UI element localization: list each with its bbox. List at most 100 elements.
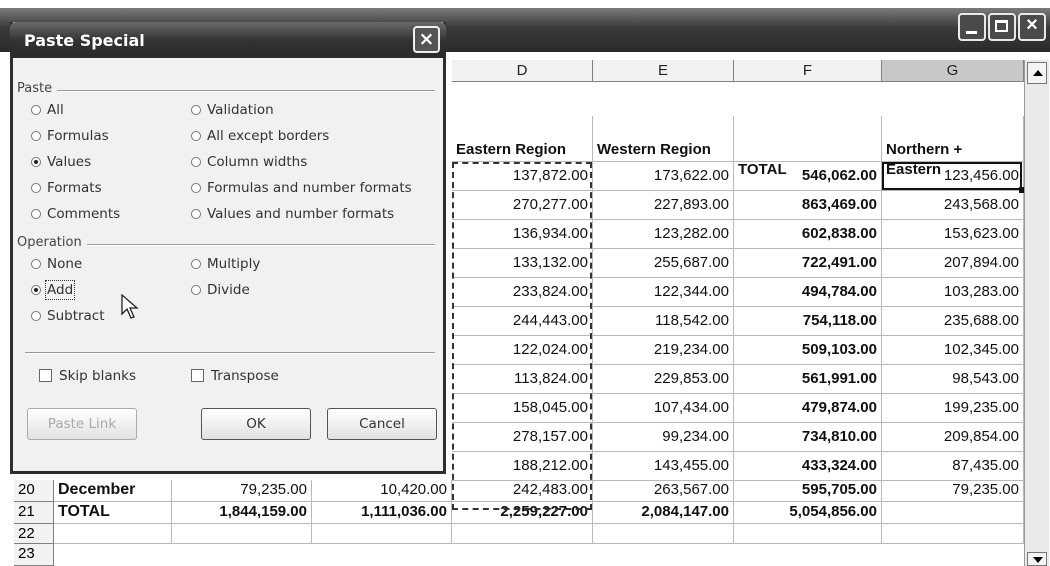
cell-e-value[interactable]: 173,622.00 (593, 162, 734, 191)
cell-d-value[interactable]: 270,277.00 (452, 191, 593, 220)
column-header-e[interactable]: E (593, 60, 734, 82)
cell-f-value[interactable]: 479,874.00 (734, 394, 882, 423)
paste-all-option[interactable]: All (31, 102, 64, 118)
skip-blanks-checkbox[interactable]: Skip blanks (39, 368, 136, 384)
cell-empty[interactable] (54, 524, 172, 544)
cell-f-value[interactable]: 494,784.00 (734, 278, 882, 307)
cell-g-value[interactable]: 243,568.00 (882, 191, 1024, 220)
cell-e-value[interactable]: 143,455.00 (593, 452, 734, 481)
cell-d-value[interactable]: 113,824.00 (452, 365, 593, 394)
operation-divide-option[interactable]: Divide (191, 282, 250, 298)
row-number[interactable]: 22 (14, 524, 54, 544)
cell-d-value[interactable]: 188,212.00 (452, 452, 593, 481)
cell-f-value[interactable]: 509,103.00 (734, 336, 882, 365)
minimize-icon[interactable] (958, 13, 986, 41)
row-number[interactable]: 23 (14, 544, 54, 566)
close-icon[interactable]: × (413, 26, 440, 53)
cell-c20[interactable]: 10,420.00 (312, 480, 452, 502)
cell-e-value[interactable]: 107,434.00 (593, 394, 734, 423)
cell-f-value[interactable]: 602,838.00 (734, 220, 882, 249)
cell-f-value[interactable]: 863,469.00 (734, 191, 882, 220)
cell-d-value[interactable]: 244,443.00 (452, 307, 593, 336)
cell-d-value[interactable]: 278,157.00 (452, 423, 593, 452)
cell-month-label[interactable]: December (54, 480, 172, 502)
paste-values-number-formats-option[interactable]: Values and number formats (191, 206, 394, 222)
paste-all-except-borders-option[interactable]: All except borders (191, 128, 329, 144)
operation-add-option[interactable]: Add (31, 280, 76, 300)
cell-g-value[interactable]: 123,456.00 (882, 162, 1024, 191)
column-header-f[interactable]: F (734, 60, 882, 82)
cell-empty[interactable] (734, 524, 882, 544)
cell-g-value[interactable]: 98,543.00 (882, 365, 1024, 394)
cell-e-value[interactable]: 227,893.00 (593, 191, 734, 220)
cell-f-value[interactable]: 754,118.00 (734, 307, 882, 336)
cell-g-value[interactable]: 102,345.00 (882, 336, 1024, 365)
paste-link-button[interactable]: Paste Link (27, 408, 137, 440)
cell-f-value[interactable]: 734,810.00 (734, 423, 882, 452)
cell-empty[interactable] (593, 524, 734, 544)
cell-total-label[interactable]: TOTAL (54, 502, 172, 524)
cell-g20[interactable]: 79,235.00 (882, 480, 1024, 502)
cell-c21[interactable]: 1,111,036.00 (312, 502, 452, 524)
cell-f21[interactable]: 5,054,856.00 (734, 502, 882, 524)
cell-d-value[interactable]: 158,045.00 (452, 394, 593, 423)
cell-f-value[interactable]: 433,324.00 (734, 452, 882, 481)
operation-multiply-option[interactable]: Multiply (191, 256, 260, 272)
cell-d21[interactable]: 2,259,227.00 (452, 502, 593, 524)
maximize-icon[interactable] (988, 13, 1016, 41)
cell-d-value[interactable]: 233,824.00 (452, 278, 593, 307)
cell-empty[interactable] (452, 524, 593, 544)
paste-column-widths-option[interactable]: Column widths (191, 154, 307, 170)
cell-e21[interactable]: 2,084,147.00 (593, 502, 734, 524)
cell-g-value[interactable]: 209,854.00 (882, 423, 1024, 452)
paste-comments-option[interactable]: Comments (31, 206, 120, 222)
cell-e-value[interactable]: 123,282.00 (593, 220, 734, 249)
cell-d20[interactable]: 242,483.00 (452, 480, 593, 502)
paste-formulas-option[interactable]: Formulas (31, 128, 109, 144)
ok-button[interactable]: OK (201, 408, 311, 440)
close-icon[interactable]: × (1018, 13, 1046, 41)
operation-none-option[interactable]: None (31, 256, 82, 272)
transpose-checkbox[interactable]: Transpose (191, 368, 279, 384)
vertical-scrollbar[interactable] (1024, 60, 1049, 566)
cell-g-value[interactable]: 235,688.00 (882, 307, 1024, 336)
paste-formats-option[interactable]: Formats (31, 180, 102, 196)
header-northern-eastern[interactable]: Northern + Eastern (882, 116, 1024, 178)
header-eastern-region[interactable]: Eastern Region (452, 116, 593, 162)
cell-d-value[interactable]: 136,934.00 (452, 220, 593, 249)
row-number[interactable]: 21 (14, 502, 54, 524)
cell-empty[interactable] (312, 524, 452, 544)
cell-g-value[interactable]: 153,623.00 (882, 220, 1024, 249)
cell-g-value[interactable]: 103,283.00 (882, 278, 1024, 307)
cell-d-value[interactable]: 133,132.00 (452, 249, 593, 278)
cell-b20[interactable]: 79,235.00 (172, 480, 312, 502)
cell-g-value[interactable]: 199,235.00 (882, 394, 1024, 423)
row-number[interactable]: 20 (14, 480, 54, 502)
paste-validation-option[interactable]: Validation (191, 102, 274, 118)
operation-subtract-option[interactable]: Subtract (31, 308, 105, 324)
cell-empty[interactable] (882, 524, 1024, 544)
dialog-title-bar[interactable]: Paste Special × (10, 22, 446, 58)
cell-f-value[interactable]: 722,491.00 (734, 249, 882, 278)
cell-g-value[interactable]: 87,435.00 (882, 452, 1024, 481)
cell-empty[interactable] (172, 524, 312, 544)
cell-b21[interactable]: 1,844,159.00 (172, 502, 312, 524)
cell-e-value[interactable]: 118,542.00 (593, 307, 734, 336)
cell-d-value[interactable]: 122,024.00 (452, 336, 593, 365)
cell-e-value[interactable]: 122,344.00 (593, 278, 734, 307)
cell-e-value[interactable]: 219,234.00 (593, 336, 734, 365)
column-header-g[interactable]: G (882, 60, 1024, 82)
cell-f20[interactable]: 595,705.00 (734, 480, 882, 502)
paste-values-option[interactable]: Values (31, 154, 91, 170)
scroll-down-icon[interactable] (1027, 552, 1047, 566)
header-western-region[interactable]: Western Region (593, 116, 734, 162)
cell-f-value[interactable]: 546,062.00 (734, 162, 882, 191)
scroll-up-icon[interactable] (1027, 62, 1047, 84)
cell-e-value[interactable]: 99,234.00 (593, 423, 734, 452)
cell-g21[interactable] (882, 502, 1024, 524)
cell-f-value[interactable]: 561,991.00 (734, 365, 882, 394)
header-total[interactable]: TOTAL (734, 116, 882, 178)
cell-g-value[interactable]: 207,894.00 (882, 249, 1024, 278)
cell-e20[interactable]: 263,567.00 (593, 480, 734, 502)
cell-e-value[interactable]: 255,687.00 (593, 249, 734, 278)
